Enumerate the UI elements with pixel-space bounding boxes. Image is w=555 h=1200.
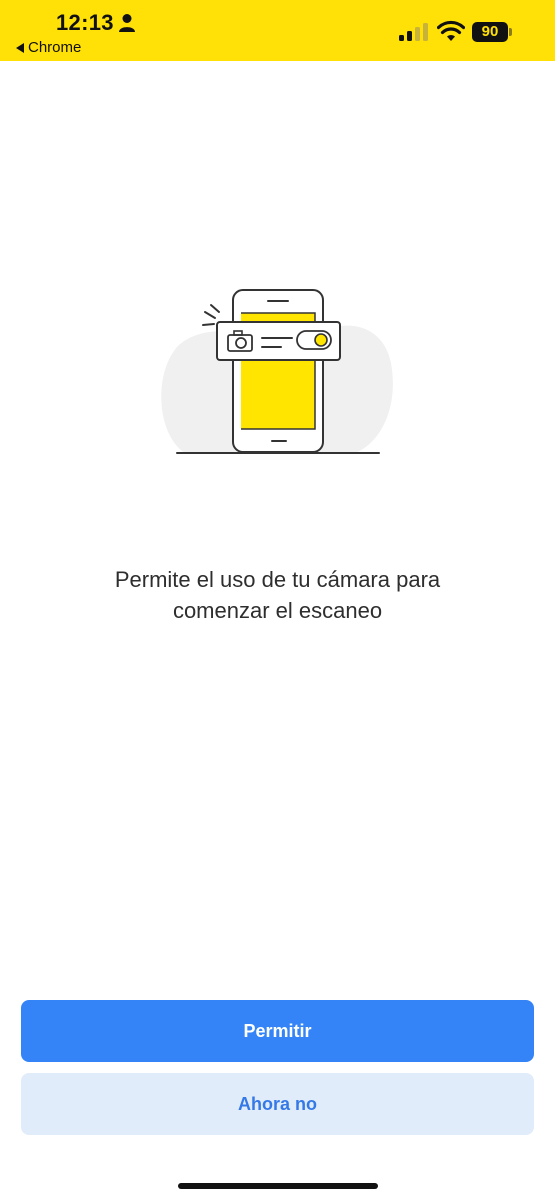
- message-line-1: Permite el uso de tu cámara para: [114, 567, 441, 592]
- status-bar: 12:13 Chrome 90: [0, 0, 555, 61]
- toggle-switch-icon: [296, 330, 332, 350]
- back-arrow-icon: [16, 42, 24, 53]
- message-line-2: comenzar el escaneo: [172, 598, 383, 623]
- signal-icon: [399, 23, 428, 41]
- battery-icon: 90: [472, 22, 514, 42]
- back-app-label: Chrome: [28, 39, 82, 56]
- phone-illustration: [161, 289, 393, 454]
- home-indicator[interactable]: [178, 1183, 378, 1189]
- allow-button[interactable]: Permitir: [21, 1000, 534, 1062]
- battery-level: 90: [481, 23, 499, 40]
- person-icon: [119, 14, 135, 32]
- camera-permission-message: Permite el uso de tu cámara para comenza…: [40, 564, 515, 626]
- wifi-icon: [437, 20, 465, 41]
- not-now-button[interactable]: Ahora no: [21, 1073, 534, 1135]
- back-to-app-link[interactable]: Chrome: [16, 39, 81, 56]
- status-time: 12:13: [56, 10, 114, 35]
